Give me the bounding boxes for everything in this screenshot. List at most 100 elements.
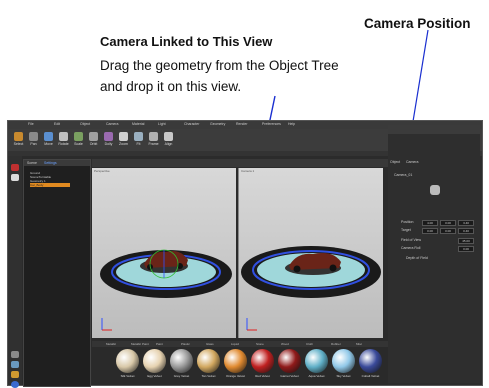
toolbar-icon: [104, 132, 113, 141]
target-z-field[interactable]: 0.40: [458, 228, 474, 234]
fov-field[interactable]: 45.00: [458, 238, 474, 244]
material-swatch[interactable]: [251, 349, 274, 373]
toolbar-icon: [164, 132, 173, 141]
toolbar-button[interactable]: Pan: [27, 131, 40, 147]
material-swatch-label: Orange Velvet: [225, 374, 245, 378]
menu-item[interactable]: Camera: [106, 122, 118, 126]
toolbar-button[interactable]: Orbit: [87, 131, 100, 147]
material-tab[interactable]: Stone: [256, 342, 264, 346]
menu-item[interactable]: Render: [236, 122, 247, 126]
toolbar-icon: [74, 132, 83, 141]
settings-icon[interactable]: [11, 351, 19, 358]
tab-camera[interactable]: Camera: [406, 160, 418, 164]
material-swatch[interactable]: [170, 349, 193, 373]
material-swatch-label: Egg Velvet: [147, 374, 162, 378]
toolbar-icon: [134, 132, 143, 141]
material-tab[interactable]: Paint: [156, 342, 163, 346]
toolbar-icon: [89, 132, 98, 141]
material-swatch-label: Silk Velvet: [120, 374, 135, 378]
position-x-field[interactable]: 4.00: [422, 220, 438, 226]
image-icon[interactable]: [11, 361, 19, 368]
toolbar-button[interactable]: Align: [162, 131, 175, 147]
roll-field[interactable]: 0.00: [458, 246, 474, 252]
tab-scene[interactable]: Scene: [27, 161, 37, 165]
material-library: Metallic Metallic Paint Paint Plastic Glass L…: [92, 341, 388, 385]
toolbar-button[interactable]: Dolly: [102, 131, 115, 147]
menu-item[interactable]: Geometry: [210, 122, 225, 126]
toolbar-icon: [44, 132, 53, 141]
object-tree-panel: Scene Settings Ground SceneTurntable Geo…: [23, 159, 91, 387]
scene-render-right: [239, 168, 383, 338]
target-y-field[interactable]: 0.00: [440, 228, 456, 234]
material-swatch[interactable]: [116, 349, 139, 373]
position-label: Position: [401, 220, 414, 224]
material-tab[interactable]: Rubber: [331, 342, 341, 346]
viewport-toolbar: [92, 159, 388, 167]
camera-viewport[interactable]: Camera 1: [238, 168, 383, 338]
toolbar-button[interactable]: Select: [12, 131, 25, 147]
toolbar-button[interactable]: Fit: [132, 131, 145, 147]
dof-label[interactable]: Depth of Field: [406, 256, 428, 260]
tree-item-selected[interactable]: Car_Body: [30, 183, 70, 187]
material-tab[interactable]: Glass: [206, 342, 214, 346]
material-swatch[interactable]: [197, 349, 220, 373]
app-window: File Edit Object Camera Material Light Charact…: [7, 120, 483, 388]
target-x-field[interactable]: 0.00: [422, 228, 438, 234]
material-tab[interactable]: Metallic: [106, 342, 116, 346]
material-swatch[interactable]: [143, 349, 166, 373]
material-swatch-label: Aqua Velvet: [308, 374, 325, 378]
perspective-viewport[interactable]: Perspective: [92, 168, 236, 338]
toolbar-button[interactable]: Zoom: [117, 131, 130, 147]
material-swatch[interactable]: [359, 349, 382, 373]
material-tab[interactable]: Misc: [356, 342, 362, 346]
material-swatch-label: Grey Velvet: [173, 374, 190, 378]
menu-item[interactable]: Character: [184, 122, 199, 126]
menu-item[interactable]: Help: [288, 122, 295, 126]
roll-label: Camera Roll: [401, 246, 421, 250]
fov-label: Field of View: [401, 238, 421, 242]
camera-name: Camera_01: [394, 173, 413, 177]
menu-item[interactable]: Light: [158, 122, 166, 126]
position-z-field[interactable]: 3.40: [458, 220, 474, 226]
toolbar-button[interactable]: Move: [42, 131, 55, 147]
menu-item[interactable]: Object: [80, 122, 90, 126]
toolbar-button[interactable]: Rotate: [57, 131, 70, 147]
material-swatch[interactable]: [332, 349, 355, 373]
material-tabs: Metallic Metallic Paint Paint Plastic Glass L…: [92, 341, 388, 347]
toolbar-button[interactable]: Frame: [147, 131, 160, 147]
material-tab[interactable]: Plastic: [181, 342, 190, 346]
scene-icon[interactable]: [11, 164, 19, 171]
toolbar-icon: [149, 132, 158, 141]
viewport-label: Perspective: [94, 169, 110, 173]
tab-object[interactable]: Object: [390, 160, 400, 164]
material-swatch-label: Cobalt Velvet: [361, 374, 380, 378]
tab-settings[interactable]: Settings: [44, 161, 57, 165]
toolbar-icon: [29, 132, 38, 141]
material-swatch[interactable]: [278, 349, 301, 373]
help-icon[interactable]: [11, 381, 19, 388]
material-tab[interactable]: Metallic Paint: [131, 342, 149, 346]
target-label: Target: [401, 228, 411, 232]
material-tab[interactable]: Liquid: [231, 342, 239, 346]
page-icon[interactable]: [11, 174, 19, 181]
camera-icon[interactable]: [11, 371, 19, 378]
camera-gizmo-icon: [430, 185, 440, 195]
left-icon-strip: [8, 156, 22, 388]
material-tab[interactable]: Wood: [281, 342, 289, 346]
toolbar-icon: [59, 132, 68, 141]
material-swatch-label: Tan Velvet: [201, 374, 216, 378]
material-swatch-label: Sky Velvet: [336, 374, 351, 378]
material-swatch[interactable]: [305, 349, 328, 373]
material-swatch-label: Red Velvet: [255, 374, 270, 378]
material-swatch-label: Garnet Velvet: [280, 374, 299, 378]
position-y-field[interactable]: 0.00: [440, 220, 456, 226]
scene-render-left: [92, 168, 236, 338]
menu-item[interactable]: Edit: [54, 122, 60, 126]
material-tab[interactable]: Cloth: [306, 342, 313, 346]
menu-item[interactable]: Material: [132, 122, 144, 126]
viewport-label: Camera 1: [241, 169, 255, 173]
menu-item[interactable]: File: [28, 122, 34, 126]
material-swatch[interactable]: [224, 349, 247, 373]
menu-item[interactable]: Preferences: [262, 122, 281, 126]
toolbar-button[interactable]: Scale: [72, 131, 85, 147]
